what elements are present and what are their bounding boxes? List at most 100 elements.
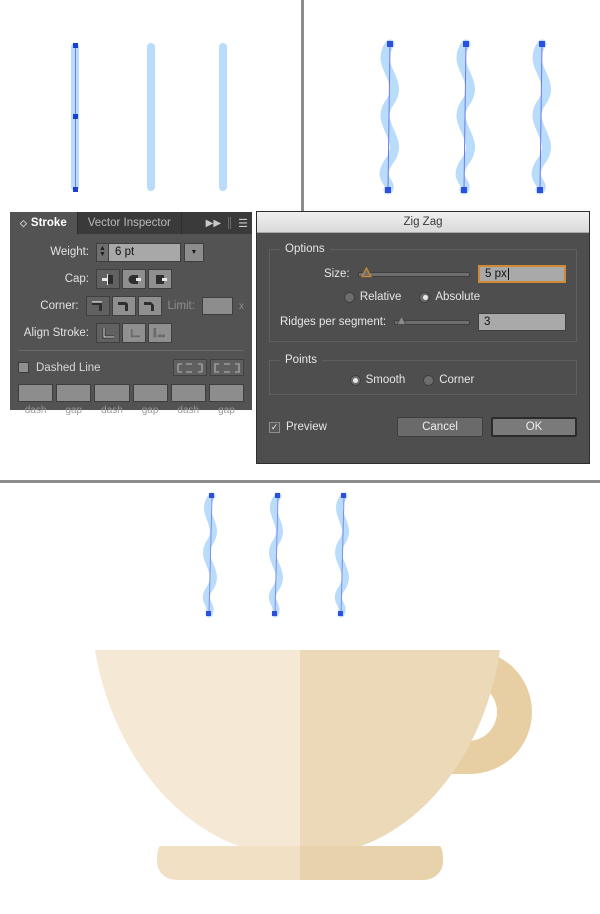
align-center-icon[interactable]: [96, 323, 120, 343]
vertical-divider: [301, 0, 304, 211]
cancel-button[interactable]: Cancel: [397, 417, 483, 437]
size-slider-knob[interactable]: [360, 266, 372, 278]
anchor-point[interactable]: [72, 43, 78, 48]
radio-absolute-dot: [419, 291, 431, 303]
size-input[interactable]: 5 px: [478, 265, 566, 283]
gap-caption-1: gap: [65, 405, 83, 416]
double-chevron-right-icon[interactable]: ▶▶: [206, 218, 221, 229]
stroke-panel-tabbar: ◇ Stroke Vector Inspector ▶▶ ║ ☰: [10, 212, 252, 234]
radio-smooth[interactable]: Smooth: [349, 374, 406, 386]
weight-input[interactable]: 6 pt: [109, 242, 181, 262]
options-group: Options Size: 5 px Relative Absolute Rid…: [269, 243, 577, 342]
dialog-body: Options Size: 5 px Relative Absolute Rid…: [257, 233, 589, 417]
miter-join-icon[interactable]: [85, 296, 110, 316]
dash-caption-2: dash: [101, 405, 123, 416]
radio-absolute[interactable]: Absolute: [419, 291, 480, 303]
tab-vector-inspector-label: Vector Inspector: [87, 217, 171, 229]
radio-smooth-label: Smooth: [365, 374, 406, 386]
align-outside-icon[interactable]: [148, 323, 172, 343]
points-legend: Points: [285, 354, 317, 366]
dash-field-1[interactable]: [18, 384, 54, 402]
zig-zag-dialog: Zig Zag Options Size: 5 px Relative Abso…: [256, 211, 590, 464]
dash-button-group: [173, 359, 244, 376]
ridges-slider-knob[interactable]: [396, 314, 407, 326]
preview-checkbox[interactable]: ✓: [269, 421, 280, 433]
anchor-point: [338, 611, 343, 616]
gap-field-2[interactable]: [132, 384, 168, 402]
anchor-point: [206, 611, 211, 616]
text-caret: [507, 268, 509, 280]
cup-body-left: [95, 650, 300, 853]
weight-label: Weight:: [50, 246, 89, 258]
dialog-footer: ✓ Preview Cancel OK: [257, 417, 589, 437]
saucer-right: [300, 846, 443, 880]
preview-label: Preview: [286, 421, 327, 433]
projecting-cap-icon[interactable]: [148, 269, 172, 289]
align-inside-icon[interactable]: [122, 323, 146, 343]
ridges-label: Ridges per segment:: [280, 316, 387, 328]
panel-header-controls: ▶▶ ║ ☰: [206, 212, 248, 234]
panel-menu-icon[interactable]: ☰: [238, 217, 248, 230]
dash-field-3[interactable]: [170, 384, 206, 402]
chevron-down-icon: ▼: [190, 248, 198, 256]
dashed-line-checkbox[interactable]: [18, 362, 29, 373]
dash-align-icon[interactable]: [210, 359, 244, 376]
limit-label: Limit:: [167, 300, 195, 312]
dash-preserve-icon[interactable]: [173, 359, 207, 376]
straight-line-3[interactable]: [219, 43, 227, 191]
wavy-lines-svg: [379, 39, 551, 195]
round-join-icon[interactable]: [111, 296, 136, 316]
tab-vector-inspector[interactable]: Vector Inspector: [78, 212, 182, 234]
anchor-point: [537, 187, 543, 193]
weight-dropdown-button[interactable]: ▼: [184, 242, 204, 262]
anchor-point: [209, 493, 214, 498]
round-cap-icon[interactable]: [122, 269, 146, 289]
gap-field-3[interactable]: [208, 384, 245, 402]
cup-svg: [95, 492, 532, 880]
limit-input[interactable]: [201, 297, 233, 315]
align-stroke-label: Align Stroke:: [23, 327, 89, 339]
dash-caption-1: dash: [24, 405, 47, 416]
butt-cap-icon[interactable]: [96, 269, 120, 289]
gap-caption-2: gap: [141, 405, 159, 416]
saucer-left: [157, 846, 300, 880]
size-input-value: 5 px: [485, 268, 507, 280]
size-row: Size: 5 px: [280, 265, 566, 283]
ridges-slider[interactable]: [394, 314, 470, 325]
gap-field-1[interactable]: [56, 384, 92, 402]
tab-stroke[interactable]: ◇ Stroke: [10, 212, 78, 234]
dash-gap-captions: dash gap dash gap dash gap: [18, 405, 244, 416]
cap-label: Cap:: [64, 273, 89, 285]
dash-gap-fields: [18, 384, 245, 402]
anchor-point[interactable]: [72, 114, 78, 119]
dashed-line-label: Dashed Line: [36, 361, 101, 374]
size-slider[interactable]: [357, 266, 470, 277]
limit-suffix: x: [239, 300, 244, 312]
dialog-buttons: Cancel OK: [397, 417, 577, 437]
dash-field-2[interactable]: [94, 384, 130, 402]
size-label: Size:: [324, 268, 350, 280]
radio-absolute-label: Absolute: [435, 291, 481, 303]
bevel-join-icon[interactable]: [137, 296, 162, 316]
cap-row: Cap:: [18, 269, 244, 289]
ok-button[interactable]: OK: [491, 417, 577, 437]
panel-divider: ║: [226, 217, 234, 229]
anchor-point: [539, 41, 545, 47]
dialog-title: Zig Zag: [257, 212, 589, 233]
radio-corner[interactable]: Corner: [423, 374, 474, 386]
ridges-input[interactable]: 3: [478, 313, 566, 331]
radio-corner-label: Corner: [439, 374, 475, 386]
stroke-panel: ◇ Stroke Vector Inspector ▶▶ ║ ☰ Weight:…: [10, 212, 252, 416]
radio-smooth-dot: [349, 374, 361, 386]
preview-checkbox-row[interactable]: ✓ Preview: [269, 421, 327, 433]
straight-line-2[interactable]: [147, 43, 155, 191]
weight-stepper[interactable]: ▲ ▼: [96, 242, 109, 262]
radio-relative-label: Relative: [359, 291, 402, 303]
anchor-point[interactable]: [72, 187, 78, 192]
points-group: Points Smooth Corner: [269, 354, 577, 395]
corner-label: Corner:: [40, 300, 79, 312]
screenshot-root: ◇ Stroke Vector Inspector ▶▶ ║ ☰ Weight:…: [0, 0, 600, 914]
weight-row: Weight: ▲ ▼ 6 pt ▼: [18, 242, 244, 262]
radio-corner-dot: [423, 374, 435, 386]
radio-relative[interactable]: Relative: [343, 291, 402, 303]
